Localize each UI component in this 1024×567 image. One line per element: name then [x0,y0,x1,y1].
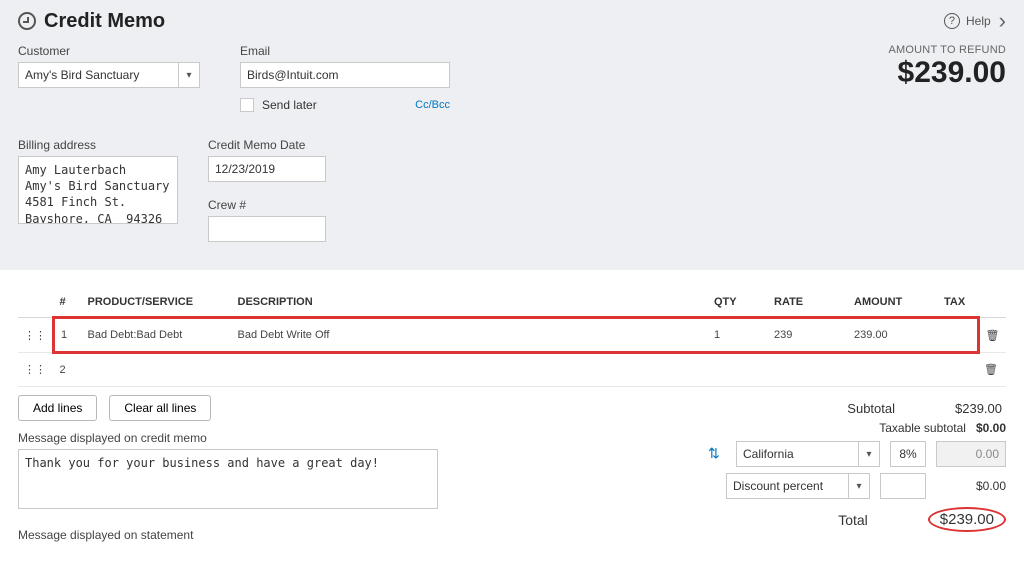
close-chevron-icon[interactable]: › [999,8,1006,34]
col-trash [978,288,1006,318]
row2-amount[interactable] [848,353,938,387]
billing-label: Billing address [18,138,178,152]
subtotal-label: Subtotal [847,401,895,416]
amount-to-refund-value: $239.00 [889,56,1007,90]
col-qty: QTY [708,288,768,318]
taxable-subtotal-value: $0.00 [976,421,1006,435]
clear-all-lines-button[interactable]: Clear all lines [109,395,211,421]
row1-tax[interactable] [938,318,978,353]
crew-number-input[interactable] [208,216,326,242]
taxable-subtotal-label: Taxable subtotal [879,421,966,435]
help-button[interactable]: ? Help [944,13,991,29]
send-later-label: Send later [262,98,317,112]
discount-type-caret[interactable]: ▾ [848,473,870,499]
line-item-row[interactable]: ⋮⋮ 1 Bad Debt:Bad Debt Bad Debt Write Of… [18,318,1006,353]
date-label: Credit Memo Date [208,138,326,152]
row1-num: 1 [54,318,82,353]
send-later-checkbox[interactable] [240,98,254,112]
ccbcc-link[interactable]: Cc/Bcc [415,99,450,111]
row1-rate[interactable]: 239 [768,318,848,353]
row2-tax[interactable] [938,353,978,387]
help-label: Help [966,14,991,28]
total-value: $239.00 [928,507,1006,532]
row1-desc[interactable]: Bad Debt Write Off [232,318,709,353]
tax-percent-input[interactable] [890,441,926,467]
memo-message-label: Message displayed on credit memo [18,431,438,445]
row1-amount[interactable]: 239.00 [848,318,938,353]
email-input[interactable] [240,62,450,88]
tax-region-caret[interactable]: ▾ [858,441,880,467]
tax-region-select[interactable] [736,441,858,467]
history-icon[interactable] [18,12,36,30]
discount-amount: $0.00 [936,479,1006,493]
credit-memo-date-input[interactable] [208,156,326,182]
row2-num: 2 [54,353,82,387]
customer-dropdown-caret[interactable]: ▾ [178,62,200,88]
row1-qty[interactable]: 1 [708,318,768,353]
line-item-row[interactable]: ⋮⋮ 2 🗑 [18,353,1006,387]
help-icon: ? [944,13,960,29]
discount-type-select[interactable] [726,473,848,499]
subtotal-value: $239.00 [955,401,1002,416]
row2-rate[interactable] [768,353,848,387]
page-title: Credit Memo [44,10,165,33]
col-tax: TAX [938,288,978,318]
col-description: DESCRIPTION [232,288,709,318]
discount-value-input[interactable] [880,473,926,499]
tax-amount-display [936,441,1006,467]
total-label: Total [838,512,868,528]
delete-row-icon[interactable]: 🗑 [978,353,1006,387]
crew-label: Crew # [208,198,326,212]
col-rate: RATE [768,288,848,318]
statement-message-label: Message displayed on statement [18,528,438,542]
row1-product[interactable]: Bad Debt:Bad Debt [82,318,232,353]
billing-address-input[interactable] [18,156,178,224]
col-num: # [54,288,82,318]
drag-handle-icon[interactable]: ⋮⋮ [18,318,54,353]
row2-product[interactable] [82,353,232,387]
drag-handle-icon[interactable]: ⋮⋮ [18,353,54,387]
email-label: Email [240,44,450,58]
col-amount: AMOUNT [848,288,938,318]
memo-message-input[interactable] [18,449,438,509]
swap-icon[interactable]: ⇅ [708,445,726,463]
amount-to-refund-label: AMOUNT TO REFUND [889,44,1007,56]
customer-select[interactable] [18,62,178,88]
col-drag [18,288,54,318]
col-product: PRODUCT/SERVICE [82,288,232,318]
delete-row-icon[interactable]: 🗑 [978,318,1006,353]
row2-desc[interactable] [232,353,709,387]
add-lines-button[interactable]: Add lines [18,395,97,421]
customer-label: Customer [18,44,200,58]
row2-qty[interactable] [708,353,768,387]
